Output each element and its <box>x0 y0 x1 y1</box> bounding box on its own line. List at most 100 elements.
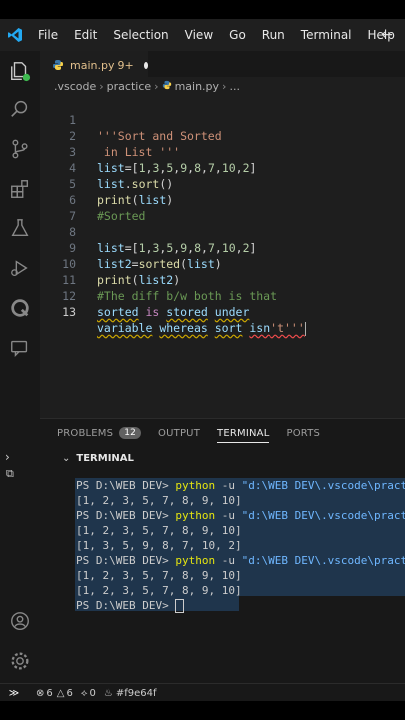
menu-bar: File Edit Selection View Go Run Terminal… <box>0 19 405 51</box>
terminal-output-line: [1, 2, 3, 5, 7, 8, 9, 10] <box>76 584 242 597</box>
settings-gear-icon[interactable] <box>8 649 32 673</box>
code-line: 9 list2=sorted(list) <box>40 224 405 271</box>
menu-go[interactable]: Go <box>221 28 254 42</box>
breadcrumb-symbol[interactable]: ... <box>229 80 240 93</box>
terminal-command-line: PS D:\WEB DEV> python -u "d:\WEB DEV\.vs… <box>76 478 405 493</box>
tab-terminal[interactable]: TERMINAL <box>217 428 270 443</box>
chevron-right-icon: › <box>99 80 104 93</box>
menu-edit[interactable]: Edit <box>66 28 105 42</box>
activity-bar <box>0 51 40 683</box>
source-control-icon[interactable] <box>8 137 32 161</box>
code-line: 6 #Sorted <box>40 176 405 223</box>
tab-main-py[interactable]: main.py 9+ <box>40 51 148 78</box>
back-arrow-icon[interactable]: ← <box>381 27 393 43</box>
python-file-icon <box>162 80 172 93</box>
terminal-prompt: PS D:\WEB DEV> <box>76 599 169 612</box>
terminal-output-line: [1, 3, 5, 9, 8, 7, 10, 2] <box>76 539 242 552</box>
terminal-flag: -u <box>221 509 235 522</box>
terminal-cmd: python <box>175 554 216 567</box>
terminal-path: "d:\WEB DEV\.vscode\practice\m <box>241 509 405 522</box>
line-number: 13 <box>62 305 76 319</box>
terminal-output-line: [1, 2, 3, 5, 7, 8, 9, 10] <box>76 494 242 507</box>
status-ports[interactable]: ⟡ 0 <box>81 688 96 699</box>
vscode-window: File Edit Selection View Go Run Terminal… <box>0 0 405 720</box>
tab-problem-count: 9+ <box>117 58 134 72</box>
status-color[interactable]: ♨ #f9e64f <box>104 688 157 699</box>
editor-tab-bar: main.py 9+ <box>40 51 405 78</box>
vscode-logo-icon <box>0 19 30 51</box>
terminal-prompt: PS D:\WEB DEV> <box>76 479 169 492</box>
status-warnings: 6 <box>66 687 73 699</box>
breadcrumb-main-py[interactable]: main.py <box>175 80 219 93</box>
code-line: 7 <box>40 192 405 223</box>
text-cursor <box>304 321 306 336</box>
terminal-prompt: PS D:\WEB DEV> <box>76 554 169 567</box>
terminal-flag: -u <box>221 479 235 492</box>
code-line: 11 #The diff b/w both is that <box>40 256 405 303</box>
chevron-down-icon: ⌄ <box>62 452 71 464</box>
terminal-command-line: PS D:\WEB DEV> python -u "d:\WEB DEV\.vs… <box>76 553 405 568</box>
python-file-icon <box>52 56 64 75</box>
menu-run[interactable]: Run <box>254 28 293 42</box>
unsaved-dot-icon[interactable] <box>143 61 148 69</box>
broadcast-icon: ⟡ <box>80 687 88 699</box>
terminal-path: "d:\WEB DEV\.vscode\practice\m <box>241 479 405 492</box>
terminal-output-line: [1, 2, 3, 5, 7, 8, 9, 10] <box>76 524 242 537</box>
extensions-icon[interactable] <box>8 177 32 201</box>
remote-icon[interactable]: ≫ <box>0 684 28 702</box>
terminal-path: "d:\WEB DEV\.vscode\practice\m <box>241 554 405 567</box>
tab-filename: main.py <box>70 58 115 72</box>
terminal-section-label: TERMINAL <box>76 452 134 464</box>
code-line: 10 print(list2) <box>40 240 405 287</box>
panel-tabs: PROBLEMS 12 OUTPUT TERMINAL PORTS <box>40 419 405 447</box>
code-line: 8 list=[1,3,5,9,8,7,10,2] <box>40 208 405 255</box>
tab-problems-label: PROBLEMS <box>57 427 114 439</box>
bottom-panel: PROBLEMS 12 OUTPUT TERMINAL PORTS › ⧉ ⌄ T… <box>5 418 405 684</box>
account-icon[interactable] <box>8 609 32 633</box>
code-line: 5 print(list) <box>40 160 405 207</box>
code-editor[interactable]: 1 '''Sort and Sorted 2 in List ''' 3 lis… <box>40 96 405 418</box>
error-icon: ⊗ <box>36 687 45 699</box>
code-text: sorted is stored under <box>97 305 250 319</box>
terminal-prompt: PS D:\WEB DEV> <box>76 509 169 522</box>
terminal-command-line: PS D:\WEB DEV> python -u "d:\WEB DEV\.vs… <box>76 508 405 523</box>
terminal-icon: ⧉ <box>6 467 14 480</box>
search-icon[interactable] <box>8 97 32 121</box>
tab-problems[interactable]: PROBLEMS 12 <box>57 427 142 439</box>
terminal-flag: -u <box>221 554 235 567</box>
terminal-cmd: python <box>175 509 216 522</box>
terminal-cursor <box>175 599 185 613</box>
code-line-current: 13 variable whereas sort isn't''' <box>40 288 405 336</box>
breadcrumb-practice[interactable]: practice <box>107 80 151 93</box>
status-bar: ≫ ⊗ 6 △ 6 ⟡ 0 ♨ #f9e64f <box>0 683 405 702</box>
code-line: 12 sorted is stored under <box>40 272 405 319</box>
explorer-icon[interactable] <box>8 59 32 83</box>
menu-selection[interactable]: Selection <box>105 28 176 42</box>
remote-r-icon[interactable] <box>8 296 32 320</box>
status-color-value: #f9e64f <box>115 687 157 699</box>
tab-ports[interactable]: PORTS <box>286 428 320 439</box>
chevron-right-icon: › <box>154 80 159 93</box>
chevron-right-icon: › <box>222 80 227 93</box>
menu-file[interactable]: File <box>30 28 66 42</box>
terminal-section-header[interactable]: ⌄ TERMINAL <box>40 447 405 469</box>
chat-icon[interactable] <box>8 336 32 360</box>
status-problems[interactable]: ⊗ 6 △ 6 <box>36 688 73 699</box>
code-line: 1 '''Sort and Sorted <box>40 96 405 143</box>
color-bucket-icon: ♨ <box>103 687 113 699</box>
status-ports-count: 0 <box>89 687 96 699</box>
testing-flask-icon[interactable] <box>8 216 32 240</box>
chevron-right-icon[interactable]: › <box>5 450 10 464</box>
menu-terminal[interactable]: Terminal <box>293 28 360 42</box>
breadcrumb: .vscode › practice › main.py › ... <box>54 80 240 93</box>
terminal-output-line: [1, 2, 3, 5, 7, 8, 9, 10] <box>76 569 242 582</box>
code-line: 3 list=[1,3,5,9,8,7,10,2] <box>40 128 405 175</box>
breadcrumb-vscode[interactable]: .vscode <box>54 80 96 93</box>
run-debug-icon[interactable] <box>8 256 32 280</box>
menu-view[interactable]: View <box>177 28 221 42</box>
terminal-output[interactable]: PS D:\WEB DEV> python -u "d:\WEB DEV\.vs… <box>75 478 405 678</box>
warning-icon: △ <box>56 687 65 699</box>
code-line: 2 in List ''' <box>40 112 405 159</box>
tab-output[interactable]: OUTPUT <box>158 428 200 439</box>
code-line: 4 list.sort() <box>40 144 405 191</box>
